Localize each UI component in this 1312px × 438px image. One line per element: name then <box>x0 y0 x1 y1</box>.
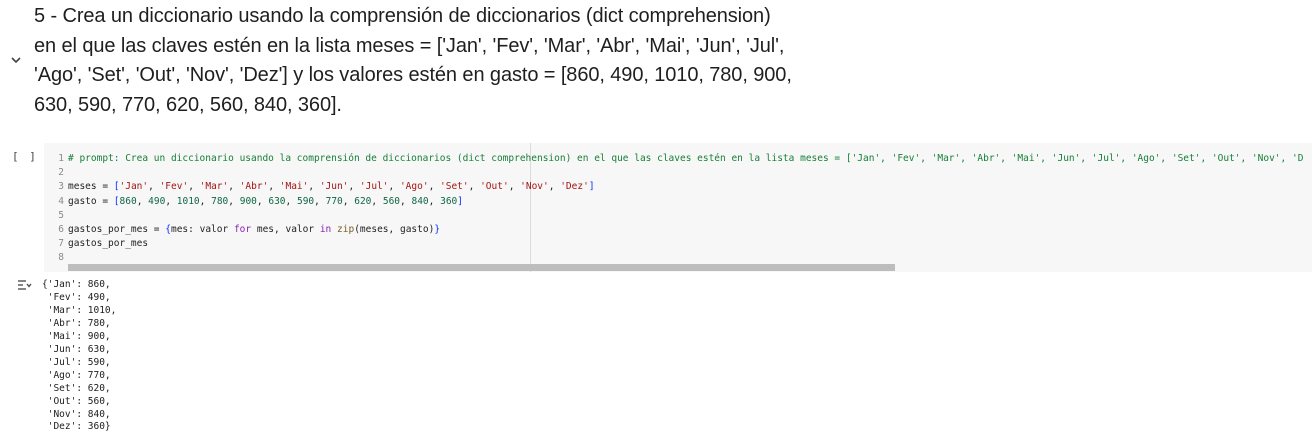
var-meses: meses <box>68 181 97 193</box>
meses-list: 'Jan', 'Fev', 'Mar', 'Abr', 'Mai', 'Jun'… <box>119 181 589 193</box>
gasto-item: 560 <box>382 195 401 207</box>
code-line-1: # prompt: Crea un diccionario usando la … <box>68 152 1303 166</box>
output-line: 'Set': 620, <box>42 382 111 394</box>
gasto-item: 860 <box>119 195 137 207</box>
meses-item: 'Out' <box>480 181 509 193</box>
output-toggle-icon[interactable] <box>16 279 32 293</box>
line-number: 5 <box>58 209 64 221</box>
kw-for: for <box>233 224 252 236</box>
gasto-item: 770 <box>325 195 343 207</box>
meses-item: 'Jul' <box>359 181 389 193</box>
cell-output: {'Jan': 860, 'Fev': 490, 'Mar': 1010, 'A… <box>42 279 116 434</box>
output-line: 'Mai': 900, <box>42 330 111 342</box>
markdown-line: 5 - Crea un diccionario usando la compre… <box>34 5 771 27</box>
markdown-line: 'Ago', 'Set', 'Out', 'Nov', 'Dez'] y los… <box>34 64 792 86</box>
meses-item: 'Jan' <box>119 181 149 193</box>
output-line: 'Fev': 490, <box>42 291 111 303</box>
gasto-item: 620 <box>354 195 372 207</box>
meses-item: 'Dez' <box>560 181 589 193</box>
meses-item: 'Mai' <box>279 181 309 193</box>
gasto-item: 900 <box>239 195 257 207</box>
meses-item: 'Abr' <box>239 181 269 193</box>
var-gastos-por-mes: gastos_por_mes <box>68 224 149 236</box>
comp-value-2: valor <box>285 224 315 236</box>
output-line: 'Mar': 1010, <box>42 304 117 316</box>
output-line: 'Jun': 630, <box>42 343 111 355</box>
line-number: 4 <box>58 195 64 207</box>
gasto-item: 360 <box>440 195 458 207</box>
gasto-item: 840 <box>411 195 429 207</box>
gasto-list: 860, 490, 1010, 780, 900, 630, 590, 770,… <box>119 195 458 207</box>
line-number: 6 <box>58 224 64 236</box>
comp-key: mes <box>170 224 189 236</box>
markdown-text: 5 - Crea un diccionario usando la compre… <box>34 2 794 120</box>
gasto-item: 1010 <box>176 195 200 207</box>
markdown-line: en el que las claves estén en la lista m… <box>34 34 785 57</box>
code-line-7: gastos_por_mes <box>68 237 1303 251</box>
meses-item: 'Mar' <box>199 181 229 193</box>
output-line: 'Abr': 780, <box>42 317 111 329</box>
code-line-3: meses = ['Jan', 'Fev', 'Mar', 'Abr', 'Ma… <box>68 181 595 193</box>
line-number: 7 <box>58 238 64 250</box>
comp-key-2: mes <box>256 224 275 236</box>
line-number: 2 <box>58 167 64 179</box>
code-line-6: gastos_por_mes = {mes: valor for mes, va… <box>68 224 441 236</box>
var-gasto: gasto <box>68 195 97 207</box>
kw-in: in <box>319 224 332 236</box>
gasto-item: 490 <box>148 195 166 207</box>
arg-meses: meses <box>359 224 389 236</box>
code-line-4: gasto = [860, 490, 1010, 780, 900, 630, … <box>68 195 464 207</box>
output-line: 'Jul': 590, <box>42 356 111 368</box>
gasto-item: 590 <box>296 195 315 207</box>
output-line: 'Out': 560, <box>42 395 111 407</box>
meses-item: 'Jun' <box>319 181 349 193</box>
output-line: 'Ago': 770, <box>42 369 111 381</box>
meses-item: 'Nov' <box>520 181 549 193</box>
horizontal-scrollbar-thumb[interactable] <box>68 264 895 271</box>
line-number: 8 <box>58 252 64 264</box>
meses-item: 'Ago' <box>399 181 429 193</box>
comp-value: valor <box>199 224 229 236</box>
line-numbers: 1 2 3 4 5 6 7 8 <box>44 152 64 266</box>
output-line: {'Jan': 860, <box>42 279 111 290</box>
markdown-line: 630, 590, 770, 620, 560, 840, 360]. <box>34 93 342 116</box>
gasto-item: 630 <box>268 195 286 207</box>
fn-zip: zip <box>337 224 355 236</box>
code-editor[interactable]: 1 2 3 4 5 6 7 8 # prompt: Crea un diccio… <box>44 143 1312 272</box>
var-gastos-por-mes-2: gastos_por_mes <box>68 238 149 250</box>
meses-item: 'Fev' <box>159 181 189 193</box>
line-number: 3 <box>58 181 64 193</box>
code-comment: # prompt: Crea un diccionario usando la … <box>68 153 1304 164</box>
gasto-item: 780 <box>211 195 229 207</box>
meses-item: 'Set' <box>440 181 469 193</box>
line-number: 1 <box>58 153 64 164</box>
arg-gasto: gasto <box>399 224 429 236</box>
output-line: 'Dez': 360} <box>42 421 111 433</box>
markdown-cell[interactable]: 5 - Crea un diccionario usando la compre… <box>0 0 1312 130</box>
code-content[interactable]: # prompt: Crea un diccionario usando la … <box>68 152 1303 266</box>
run-cell-button[interactable]: [ ] <box>12 150 38 163</box>
output-line: 'Nov': 840, <box>42 408 111 420</box>
chevron-down-icon[interactable] <box>9 53 23 67</box>
